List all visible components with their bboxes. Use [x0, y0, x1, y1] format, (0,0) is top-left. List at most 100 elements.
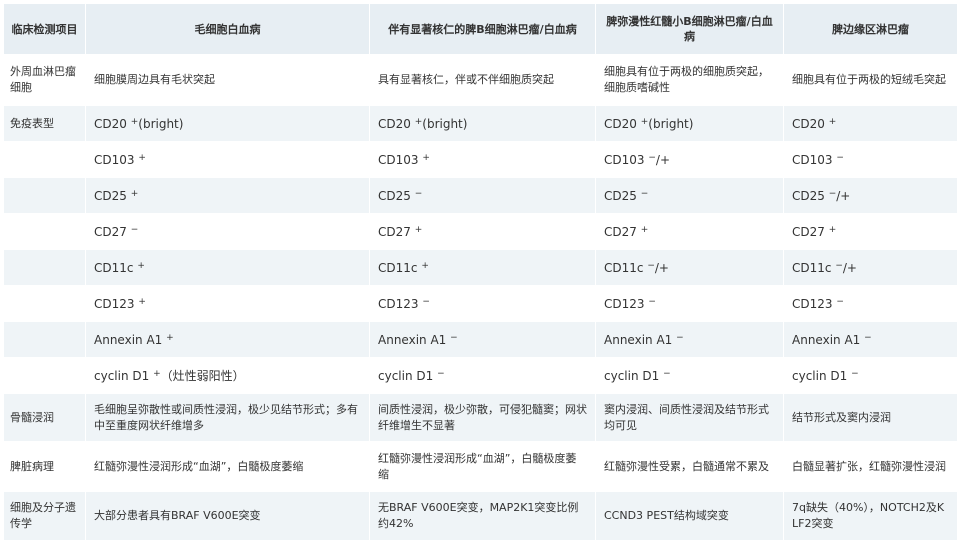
marker-suffix: （灶性弱阳性）: [160, 368, 245, 383]
table-cell: CD25 +: [85, 177, 370, 214]
marker-name: CD11c: [378, 260, 418, 275]
row-label: 脾脏病理: [3, 441, 86, 492]
table-cell: CD123 −: [783, 285, 958, 322]
marker-expression: −: [648, 296, 656, 307]
marker-expression: +: [422, 152, 430, 163]
comparison-table: 临床检测项目 毛细胞白血病 伴有显著核仁的脾B细胞淋巴瘤/白血病 脾弥漫性红髓小…: [3, 3, 958, 541]
table-cell: 具有显著核仁，伴或不伴细胞质突起: [369, 54, 596, 106]
marker-name: CD27: [378, 224, 411, 239]
marker-suffix: (bright): [422, 116, 468, 131]
table-cell: 细胞具有位于两极的短绒毛突起: [783, 54, 958, 106]
table-body: 外周血淋巴瘤细胞 细胞膜周边具有毛状突起 具有显著核仁，伴或不伴细胞质突起 细胞具有位…: [3, 54, 958, 541]
marker-name: Annexin A1: [94, 332, 163, 347]
table-cell: CD20 +(bright): [85, 105, 370, 142]
marker-expression: −: [864, 332, 872, 343]
marker-name: CD123: [604, 296, 645, 311]
marker-name: Annexin A1: [604, 332, 673, 347]
table-cell: CCND3 PEST结构域突变: [595, 491, 784, 541]
marker-expression: −: [663, 368, 671, 379]
table-row: 免疫表型 CD20 +(bright) CD20 +(bright) CD20 +(b…: [3, 105, 958, 142]
table-cell: cyclin D1 −: [369, 357, 596, 394]
table-row: 外周血淋巴瘤细胞 细胞膜周边具有毛状突起 具有显著核仁，伴或不伴细胞质突起 细胞具有位…: [3, 54, 958, 106]
table-row: CD11c + CD11c + CD11c −/+ CD11c −/+: [3, 249, 958, 286]
marker-expression: −: [836, 296, 844, 307]
marker-expression: −: [836, 152, 844, 163]
marker-name: CD27: [604, 224, 637, 239]
table-cell: CD25 −/+: [783, 177, 958, 214]
table-cell: CD11c −/+: [783, 249, 958, 286]
marker-suffix: (bright): [138, 116, 184, 131]
table-cell: CD25 −: [595, 177, 784, 214]
marker-suffix: /+: [836, 188, 851, 203]
row-label: 骨髓浸润: [3, 393, 86, 442]
marker-name: CD20: [94, 116, 127, 131]
row-label: [3, 177, 86, 214]
marker-expression: −: [450, 332, 458, 343]
marker-expression: +: [153, 368, 161, 379]
row-label: 免疫表型: [3, 105, 86, 142]
row-label: [3, 249, 86, 286]
marker-expression: −: [414, 188, 423, 199]
table-row: Annexin A1 + Annexin A1 − Annexin A1 − Anne…: [3, 321, 958, 358]
table-cell: Annexin A1 −: [783, 321, 958, 358]
table-row: 骨髓浸润 毛细胞呈弥散性或间质性浸润，极少见结节形式；多有中至重度网状纤维增多 间质…: [3, 393, 958, 442]
marker-name: CD20: [378, 116, 411, 131]
marker-name: cyclin D1: [604, 368, 660, 383]
marker-name: CD103: [792, 152, 833, 167]
marker-expression: −: [437, 368, 445, 379]
marker-name: CD11c: [604, 260, 644, 275]
table-row: CD123 + CD123 − CD123 − CD123 −: [3, 285, 958, 322]
table-cell: CD11c −/+: [595, 249, 784, 286]
marker-name: CD103: [94, 152, 135, 167]
table-cell: 间质性浸润，极少弥散，可侵犯髓窦；网状纤维增生不显著: [369, 393, 596, 442]
header-splenic-diffuse-red-pulp: 脾弥漫性红髓小B细胞淋巴瘤/白血病: [595, 3, 784, 55]
table-cell: Annexin A1 +: [85, 321, 370, 358]
table-cell: CD27 +: [783, 213, 958, 250]
table-header: 临床检测项目 毛细胞白血病 伴有显著核仁的脾B细胞淋巴瘤/白血病 脾弥漫性红髓小…: [3, 3, 958, 55]
table-cell: CD123 −: [369, 285, 596, 322]
marker-suffix: /+: [842, 260, 857, 275]
marker-name: CD103: [604, 152, 645, 167]
table-cell: 红髓弥漫性浸润形成“血湖”，白髓极度萎缩: [85, 441, 370, 492]
table-cell: 7q缺失（40%），NOTCH2及KLF2突变: [783, 491, 958, 541]
header-splenic-prominent-nucleoli: 伴有显著核仁的脾B细胞淋巴瘤/白血病: [369, 3, 596, 55]
marker-name: cyclin D1: [378, 368, 434, 383]
row-label: [3, 357, 86, 394]
marker-suffix: /+: [654, 260, 669, 275]
marker-expression: −: [130, 224, 139, 235]
table-cell: CD11c +: [369, 249, 596, 286]
marker-expression: −: [676, 332, 684, 343]
marker-expression: −: [640, 188, 649, 199]
table-cell: 毛细胞呈弥散性或间质性浸润，极少见结节形式；多有中至重度网状纤维增多: [85, 393, 370, 442]
header-splenic-marginal-zone: 脾边缘区淋巴瘤: [783, 3, 958, 55]
table-cell: CD25 −: [369, 177, 596, 214]
marker-expression: −: [422, 296, 430, 307]
marker-name: CD11c: [792, 260, 832, 275]
table-row: cyclin D1 +（灶性弱阳性） cyclin D1 − cyclin D1 −…: [3, 357, 958, 394]
header-hcl: 毛细胞白血病: [85, 3, 370, 55]
table-cell: CD123 −: [595, 285, 784, 322]
row-label: [3, 213, 86, 250]
table-cell: Annexin A1 −: [369, 321, 596, 358]
marker-expression: +: [166, 332, 174, 343]
marker-name: cyclin D1: [94, 368, 150, 383]
marker-name: Annexin A1: [378, 332, 447, 347]
table-cell: 细胞具有位于两极的细胞质突起，细胞质嗜碱性: [595, 54, 784, 106]
table-cell: 结节形式及窦内浸润: [783, 393, 958, 442]
table-cell: CD103 +: [369, 141, 596, 178]
marker-expression: +: [414, 224, 423, 235]
marker-suffix: (bright): [648, 116, 694, 131]
table-cell: CD123 +: [85, 285, 370, 322]
table-cell: 无BRAF V600E突变，MAP2K1突变比例约42%: [369, 491, 596, 541]
table-cell: 红髓弥漫性受累，白髓通常不累及: [595, 441, 784, 492]
marker-name: cyclin D1: [792, 368, 848, 383]
table-cell: CD11c +: [85, 249, 370, 286]
marker-expression: −: [851, 368, 859, 379]
table-cell: CD103 −/+: [595, 141, 784, 178]
table-cell: cyclin D1 +（灶性弱阳性）: [85, 357, 370, 394]
row-label: [3, 285, 86, 322]
marker-expression: −: [647, 260, 655, 271]
marker-name: CD27: [94, 224, 127, 239]
marker-name: CD20: [604, 116, 637, 131]
marker-name: CD25: [94, 188, 127, 203]
